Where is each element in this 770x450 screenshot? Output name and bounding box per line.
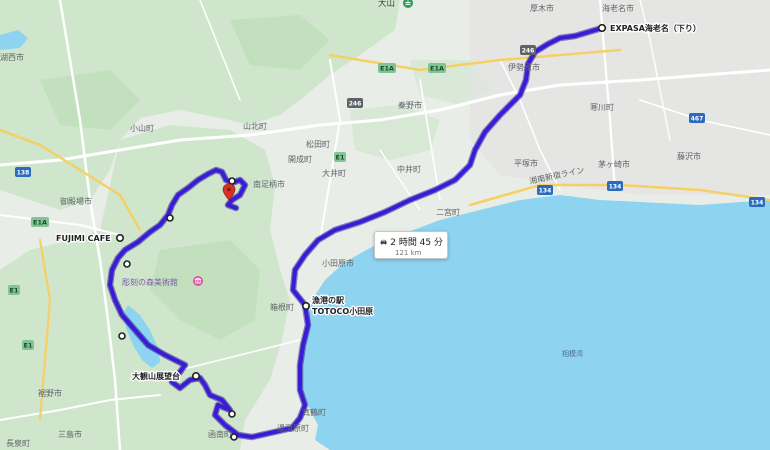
label-susono: 裾野市: [38, 388, 62, 398]
shield-e1a-b: E1A: [430, 65, 444, 73]
label-hiratsuka: 平塚市: [514, 158, 538, 168]
label-isehara: 伊勢原市: [508, 62, 540, 72]
shield-138: 138: [17, 170, 30, 177]
label-fujisawa: 藤沢市: [677, 151, 701, 161]
shield-e1-b: E1: [10, 287, 19, 295]
waypoint-small-5: [228, 410, 236, 418]
label-oi: 大井町: [322, 168, 346, 178]
route-distance: 121 km: [395, 249, 422, 257]
label-kaisei: 開成町: [288, 154, 312, 164]
label-oyama-cho: 小山町: [130, 123, 154, 133]
label-mishima: 三島市: [58, 429, 82, 439]
label-ninomiya: 二宮町: [436, 207, 460, 217]
label-samukawa: 寒川町: [590, 102, 614, 112]
label-nagaizumi: 長泉町: [6, 438, 30, 448]
poi-totoco-line2: TOTOCO小田原: [312, 306, 373, 316]
label-gotemba: 御殿場市: [60, 196, 92, 206]
waypoint-totoco: [301, 301, 310, 310]
waypoint-small-2: [166, 214, 174, 222]
map-canvas[interactable]: 246 246 E1A E1A E1A E1 E1 E1 134 134 134…: [0, 0, 770, 450]
label-odawara: 小田原市: [322, 258, 354, 268]
label-minamiashigara: 南足柄市: [253, 179, 285, 189]
waypoint-daikanzan: [192, 371, 201, 380]
poi-daikanzan: 大観山展望台: [132, 371, 180, 381]
car-icon: [380, 239, 387, 245]
poi-totoco-line1: 漁港の駅: [312, 295, 345, 305]
label-matsuda: 松田町: [306, 139, 330, 149]
shield-e1-c: E1: [24, 342, 33, 350]
shield-e1a-a: E1A: [380, 65, 394, 73]
label-hakone: 箱根町: [270, 302, 294, 312]
shield-134-a: 134: [539, 188, 552, 195]
waypoint-small-3: [123, 260, 131, 268]
poi-expasa: EXPASA海老名（下り）: [610, 23, 701, 33]
label-atsugi: 厚木市: [530, 3, 554, 13]
shield-e1a-c: E1A: [33, 219, 47, 227]
waypoint-small-1: [228, 177, 236, 185]
label-manazuru: 真鶴町: [302, 407, 326, 417]
label-hadano: 秦野市: [398, 100, 422, 110]
label-yamakita: 山北町: [243, 121, 267, 131]
label-chigasaki: 茅ヶ崎市: [598, 159, 630, 169]
waypoint-fujimi: [116, 234, 125, 243]
shield-246: 246: [522, 48, 535, 55]
shield-e1: E1: [336, 154, 345, 162]
label-nakai: 中井町: [397, 164, 421, 174]
shield-134-b: 134: [609, 184, 622, 191]
label-yugawara: 湯河原町: [277, 423, 309, 433]
shield-467: 467: [691, 116, 704, 123]
label-kosai: 湖西市: [0, 52, 24, 62]
route-duration: 2 時間 45 分: [390, 238, 443, 248]
waypoint-expasa: [597, 23, 607, 33]
label-kannami: 函南町: [208, 429, 232, 439]
label-oyama: 大山: [378, 0, 395, 9]
route-info-card[interactable]: 2 時間 45 分 121 km: [374, 231, 448, 259]
shield-134-c: 134: [751, 200, 764, 207]
label-sagami-bay: 相模湾: [562, 349, 583, 358]
label-museum: 彫刻の森美術館: [122, 277, 178, 287]
waypoint-small-4: [118, 332, 126, 340]
shield-246-b: 246: [349, 101, 362, 108]
label-ebina: 海老名市: [602, 3, 634, 13]
poi-fujimi: FUJIMI CAFE: [56, 234, 111, 243]
museum-icon[interactable]: [193, 276, 203, 286]
